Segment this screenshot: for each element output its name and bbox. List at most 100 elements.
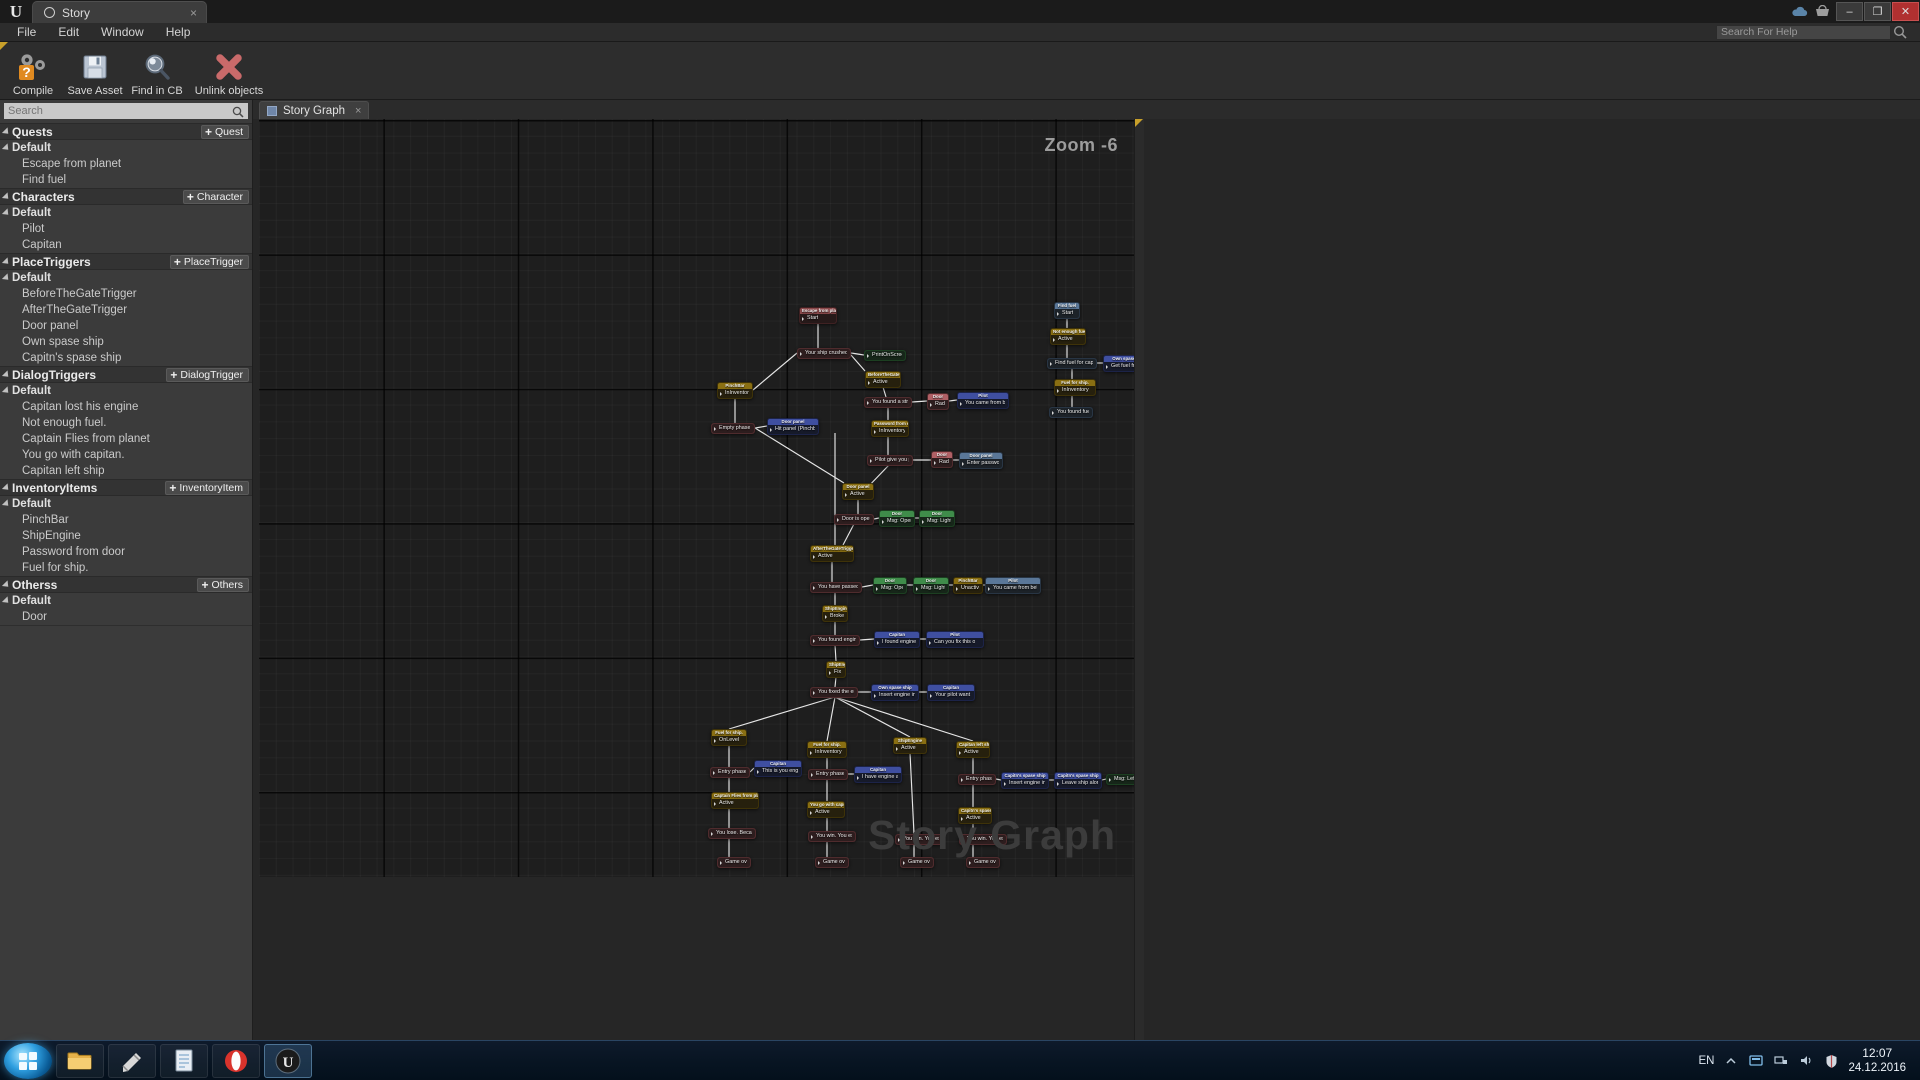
graph-node[interactable]: You fixed the engi bbox=[810, 687, 858, 698]
list-item[interactable]: Not enough fuel. bbox=[0, 415, 252, 431]
expand-caret-icon[interactable] bbox=[1, 579, 12, 590]
list-item[interactable]: Find fuel bbox=[0, 172, 252, 188]
search-field[interactable] bbox=[8, 105, 232, 117]
node-input-pin-icon[interactable] bbox=[930, 402, 933, 407]
subcategory-default[interactable]: Default bbox=[0, 496, 252, 512]
tab-story-graph[interactable]: Story Graph × bbox=[259, 101, 370, 119]
category-header-quests[interactable]: Quests + Quest bbox=[0, 123, 252, 140]
graph-node[interactable]: Capitan left shipActive bbox=[956, 741, 990, 758]
node-input-pin-icon[interactable] bbox=[811, 772, 814, 777]
list-item[interactable]: Capitn's spase ship bbox=[0, 350, 252, 366]
graph-node[interactable]: PilotYou came from behi bbox=[957, 392, 1009, 409]
node-input-pin-icon[interactable] bbox=[829, 670, 832, 675]
add-inventoryitem-button[interactable]: + InventoryItem bbox=[165, 480, 249, 495]
save-asset-button[interactable]: Save Asset bbox=[66, 45, 124, 97]
node-input-pin-icon[interactable] bbox=[711, 831, 714, 836]
graph-node[interactable]: Door Msg: Light bbox=[913, 577, 949, 594]
graph-node[interactable]: You win. You escap bbox=[808, 831, 856, 842]
node-input-pin-icon[interactable] bbox=[813, 690, 816, 695]
search-help-input[interactable]: Search For Help bbox=[1716, 24, 1891, 40]
expand-caret-icon[interactable] bbox=[1, 143, 12, 153]
show-hidden-icons-icon[interactable] bbox=[1723, 1053, 1739, 1069]
node-input-pin-icon[interactable] bbox=[1106, 364, 1109, 369]
taskbar-app-folder[interactable] bbox=[56, 1043, 104, 1078]
expand-caret-icon[interactable] bbox=[1, 482, 12, 493]
volume-icon[interactable] bbox=[1798, 1053, 1814, 1069]
node-input-pin-icon[interactable] bbox=[845, 492, 848, 497]
graph-node[interactable]: DoorMsg: Open bbox=[873, 577, 907, 594]
graph-node[interactable]: Own spase shipInsert engine in o bbox=[871, 684, 919, 701]
expand-caret-icon[interactable] bbox=[1, 256, 12, 267]
graph-node[interactable]: Captain Flies from planetActive bbox=[711, 792, 759, 809]
graph-node[interactable]: PinchBarUnactive bbox=[953, 577, 983, 594]
marketplace-icon[interactable] bbox=[1813, 3, 1831, 21]
graph-node[interactable]: PilotYou came from behi bbox=[985, 577, 1041, 594]
graph-node[interactable]: You have passed th bbox=[810, 582, 862, 593]
node-input-pin-icon[interactable] bbox=[867, 353, 870, 358]
graph-node[interactable]: PinchBarInInventory bbox=[717, 382, 753, 399]
search-input[interactable] bbox=[4, 103, 248, 119]
list-item[interactable]: Capitan bbox=[0, 237, 252, 253]
taskbar-app-opera[interactable] bbox=[212, 1043, 260, 1078]
node-input-pin-icon[interactable] bbox=[714, 801, 717, 806]
graph-node[interactable]: Not enough fuel. Active bbox=[1050, 328, 1086, 345]
graph-node[interactable]: Entry phase bbox=[808, 769, 848, 780]
graph-node[interactable]: You found a strang bbox=[864, 397, 912, 408]
asset-tab-story[interactable]: Story × bbox=[32, 1, 207, 23]
node-input-pin-icon[interactable] bbox=[867, 400, 870, 405]
graph-node[interactable]: AfterTheGateTrigger Active bbox=[810, 545, 854, 562]
expand-caret-icon[interactable] bbox=[1, 386, 12, 396]
graph-node[interactable]: Find fuel Start bbox=[1054, 302, 1080, 319]
graph-node[interactable]: Door panel Hit panel (Pinchba bbox=[767, 418, 819, 435]
graph-node[interactable]: ShipEngine Active bbox=[893, 737, 927, 754]
find-in-cb-button[interactable]: Find in CB bbox=[128, 45, 186, 97]
list-item[interactable]: PinchBar bbox=[0, 512, 252, 528]
help-search-icon[interactable] bbox=[1891, 23, 1909, 41]
node-input-pin-icon[interactable] bbox=[1057, 388, 1060, 393]
node-input-pin-icon[interactable] bbox=[874, 429, 877, 434]
graph-node[interactable]: DoorRadar bbox=[927, 393, 949, 410]
node-input-pin-icon[interactable] bbox=[959, 750, 962, 755]
node-input-pin-icon[interactable] bbox=[857, 775, 860, 780]
list-item[interactable]: ShipEngine bbox=[0, 528, 252, 544]
list-item[interactable]: You go with capitan. bbox=[0, 447, 252, 463]
graph-node[interactable]: Door Msg: Light bbox=[919, 510, 955, 527]
node-input-pin-icon[interactable] bbox=[969, 860, 972, 865]
graph-node[interactable]: CapitanYour pilot want to bbox=[927, 684, 975, 701]
graph-node[interactable]: CapitanThis is you engine bbox=[754, 760, 802, 777]
graph-node[interactable]: Escape from planetStart bbox=[799, 307, 837, 324]
graph-node[interactable]: Msg: LeftShipAlon bbox=[1106, 774, 1134, 785]
list-item[interactable]: Fuel for ship. bbox=[0, 560, 252, 576]
graph-node[interactable]: Password from doorInInventory bbox=[871, 420, 909, 437]
category-header-dialogtriggers[interactable]: DialogTriggers + DialogTrigger bbox=[0, 366, 252, 383]
list-item[interactable]: Password from door bbox=[0, 544, 252, 560]
node-input-pin-icon[interactable] bbox=[874, 693, 877, 698]
node-input-pin-icon[interactable] bbox=[876, 586, 879, 591]
graph-node[interactable]: ShipEngineFix bbox=[826, 661, 846, 678]
node-input-pin-icon[interactable] bbox=[1057, 781, 1060, 786]
graph-node[interactable]: You found engine b bbox=[810, 635, 860, 646]
node-input-pin-icon[interactable] bbox=[713, 770, 716, 775]
node-input-pin-icon[interactable] bbox=[961, 777, 964, 782]
start-button[interactable] bbox=[4, 1042, 52, 1079]
subcategory-default[interactable]: Default bbox=[0, 205, 252, 221]
node-input-pin-icon[interactable] bbox=[896, 746, 899, 751]
list-item[interactable]: Escape from planet bbox=[0, 156, 252, 172]
graph-node[interactable]: Door is open. bbox=[834, 514, 874, 525]
node-input-pin-icon[interactable] bbox=[868, 380, 871, 385]
node-input-pin-icon[interactable] bbox=[813, 554, 816, 559]
expand-caret-icon[interactable] bbox=[1, 126, 12, 137]
taskbar-app-paint[interactable] bbox=[108, 1043, 156, 1078]
menu-file[interactable]: File bbox=[6, 23, 47, 42]
graph-node[interactable]: BeforeTheGateTriggerActive bbox=[865, 371, 901, 388]
category-header-inventoryitems[interactable]: InventoryItems + InventoryItem bbox=[0, 479, 252, 496]
menu-help[interactable]: Help bbox=[155, 23, 202, 42]
taskbar-app-unreal[interactable]: U bbox=[264, 1043, 312, 1078]
node-input-pin-icon[interactable] bbox=[720, 860, 723, 865]
node-input-pin-icon[interactable] bbox=[1053, 337, 1056, 342]
node-input-pin-icon[interactable] bbox=[1057, 311, 1060, 316]
node-input-pin-icon[interactable] bbox=[810, 750, 813, 755]
node-input-pin-icon[interactable] bbox=[922, 519, 925, 524]
list-item[interactable]: Captain Flies from planet bbox=[0, 431, 252, 447]
graph-node[interactable]: Capitn's spase shipInsert engine in s bbox=[1001, 772, 1049, 789]
